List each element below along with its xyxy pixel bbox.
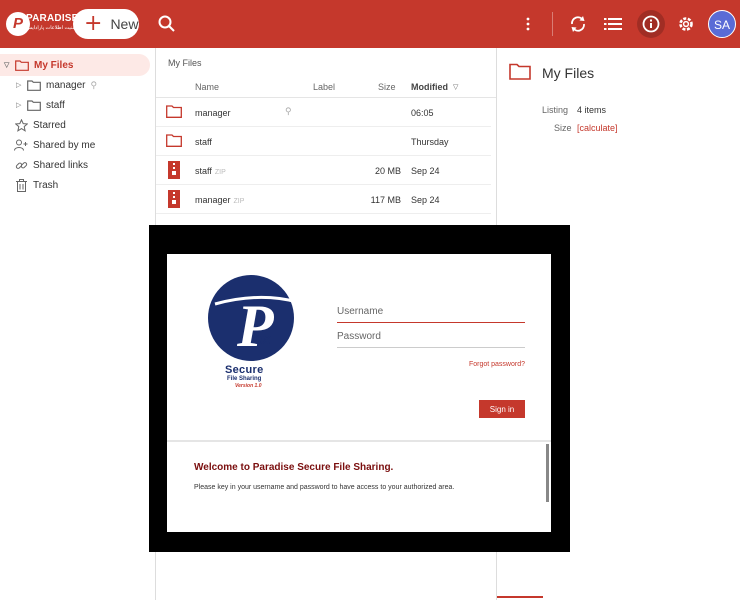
calculate-size-link[interactable]: [calculate] <box>577 123 618 133</box>
zip-file-icon <box>168 161 180 181</box>
welcome-area: Welcome to Paradise Secure File Sharing.… <box>167 440 551 532</box>
list-header: Name Label Size Modified ▽ <box>156 76 496 98</box>
progress-indicator <box>497 596 543 598</box>
sidebar-item-label: manager <box>46 79 86 91</box>
login-overlay: P ex Secure File Sharing Version 1.0 For… <box>149 225 570 552</box>
folder-icon <box>27 99 41 111</box>
sort-down-icon[interactable]: ▽ <box>453 83 458 91</box>
sidebar: ▽ My Files ▷ manager ⚲ ▷ staff Starred S… <box>0 48 155 600</box>
file-modified: Sep 24 <box>411 195 440 205</box>
forgot-password-link[interactable]: Forgot password? <box>469 361 525 368</box>
top-bar: P PARADISE امنیت اطلاعات پارادایس + New … <box>0 0 740 48</box>
folder-icon <box>15 59 29 71</box>
brand-mark-sub: ex <box>253 331 272 348</box>
search-icon[interactable] <box>155 12 179 36</box>
refresh-icon[interactable] <box>566 12 590 36</box>
toolbar-divider <box>552 12 553 36</box>
sidebar-item-label: Shared links <box>33 159 89 171</box>
file-extension: ZIP <box>233 198 245 205</box>
expand-caret-icon[interactable]: ▷ <box>16 101 24 109</box>
sidebar-item-manager[interactable]: ▷ manager ⚲ <box>0 74 150 96</box>
file-modified: 06:05 <box>411 108 434 118</box>
file-name: staff <box>195 137 212 147</box>
folder-icon <box>27 79 41 91</box>
avatar[interactable]: SA <box>708 10 736 38</box>
brand-version: Version 1.0 <box>235 383 262 389</box>
username-input[interactable] <box>337 301 525 323</box>
logo-subtext: امنیت اطلاعات پارادایس <box>26 25 77 31</box>
app-logo[interactable]: P PARADISE امنیت اطلاعات پارادایس <box>6 10 78 38</box>
brand-logo: P ex Secure File Sharing Version 1.0 <box>207 274 299 392</box>
shield-logo-icon: P ex <box>208 275 298 361</box>
pin-icon: ⚲ <box>90 79 98 90</box>
table-row[interactable]: manager ⚲ 06:05 <box>156 98 491 127</box>
trash-icon <box>14 178 28 192</box>
sidebar-item-shared-links[interactable]: Shared links <box>0 154 150 176</box>
plus-icon: + <box>84 11 103 36</box>
info-icon <box>642 15 660 33</box>
file-name: manager <box>195 108 231 118</box>
file-name: staff ZIP <box>195 166 226 176</box>
pin-icon: ⚲ <box>285 106 292 116</box>
logo-text: PARADISE <box>26 13 79 24</box>
info-button[interactable] <box>637 10 665 38</box>
link-icon <box>14 159 28 171</box>
table-row[interactable]: staff ZIP 20 MB Sep 24 <box>156 156 491 185</box>
listing-label: Listing <box>542 105 569 115</box>
password-input[interactable] <box>337 326 525 348</box>
listing-value: 4 items <box>577 105 607 115</box>
sidebar-item-shared-by-me[interactable]: Shared by me <box>0 134 150 156</box>
new-button[interactable]: + New <box>73 9 139 39</box>
table-row[interactable]: manager ZIP 117 MB Sep 24 <box>156 185 491 214</box>
sidebar-item-label: Starred <box>33 119 66 131</box>
sidebar-item-label: Trash <box>33 179 59 191</box>
file-extension: ZIP <box>214 169 226 176</box>
more-vert-icon[interactable] <box>516 12 540 36</box>
column-header-modified[interactable]: Modified <box>411 82 448 92</box>
sidebar-item-label: Shared by me <box>33 139 96 151</box>
sidebar-item-trash[interactable]: Trash <box>0 174 150 196</box>
file-modified: Sep 24 <box>411 166 440 176</box>
size-label: Size <box>554 123 572 133</box>
list-view-icon[interactable] <box>601 12 625 36</box>
sidebar-item-my-files[interactable]: ▽ My Files <box>0 54 150 76</box>
zip-file-icon <box>168 190 180 210</box>
expand-caret-icon[interactable]: ▷ <box>16 81 24 89</box>
file-modified: Thursday <box>411 137 449 147</box>
sign-in-button[interactable]: Sign in <box>479 400 525 418</box>
folder-icon <box>166 105 182 120</box>
person-add-icon <box>14 139 28 151</box>
sidebar-item-staff[interactable]: ▷ staff <box>0 94 150 116</box>
login-card: P ex Secure File Sharing Version 1.0 For… <box>167 254 551 532</box>
welcome-text: Please key in your username and password… <box>194 484 455 491</box>
scrollbar[interactable] <box>546 444 549 502</box>
column-header-label[interactable]: Label <box>313 82 335 92</box>
welcome-title: Welcome to Paradise Secure File Sharing. <box>194 462 394 473</box>
brand-title: Secure <box>225 364 264 376</box>
file-size: 117 MB <box>370 195 401 205</box>
brand-subtitle: File Sharing <box>227 376 262 382</box>
breadcrumb[interactable]: My Files <box>168 58 202 68</box>
star-icon <box>14 118 28 132</box>
expand-caret-icon[interactable]: ▽ <box>4 61 12 69</box>
sidebar-item-label: staff <box>46 99 65 111</box>
folder-icon <box>166 134 182 149</box>
sidebar-item-starred[interactable]: Starred <box>0 114 150 136</box>
new-button-label: New <box>110 16 139 32</box>
column-header-name[interactable]: Name <box>195 82 219 92</box>
sidebar-item-label: My Files <box>34 59 74 71</box>
column-header-size[interactable]: Size <box>378 82 396 92</box>
file-size: 20 MB <box>374 166 401 176</box>
file-name: manager ZIP <box>195 195 245 205</box>
details-title: My Files <box>542 65 595 81</box>
brand-mark: P <box>236 293 275 359</box>
gear-icon[interactable] <box>674 12 698 36</box>
folder-icon <box>509 63 531 85</box>
table-row[interactable]: staff Thursday <box>156 127 491 156</box>
